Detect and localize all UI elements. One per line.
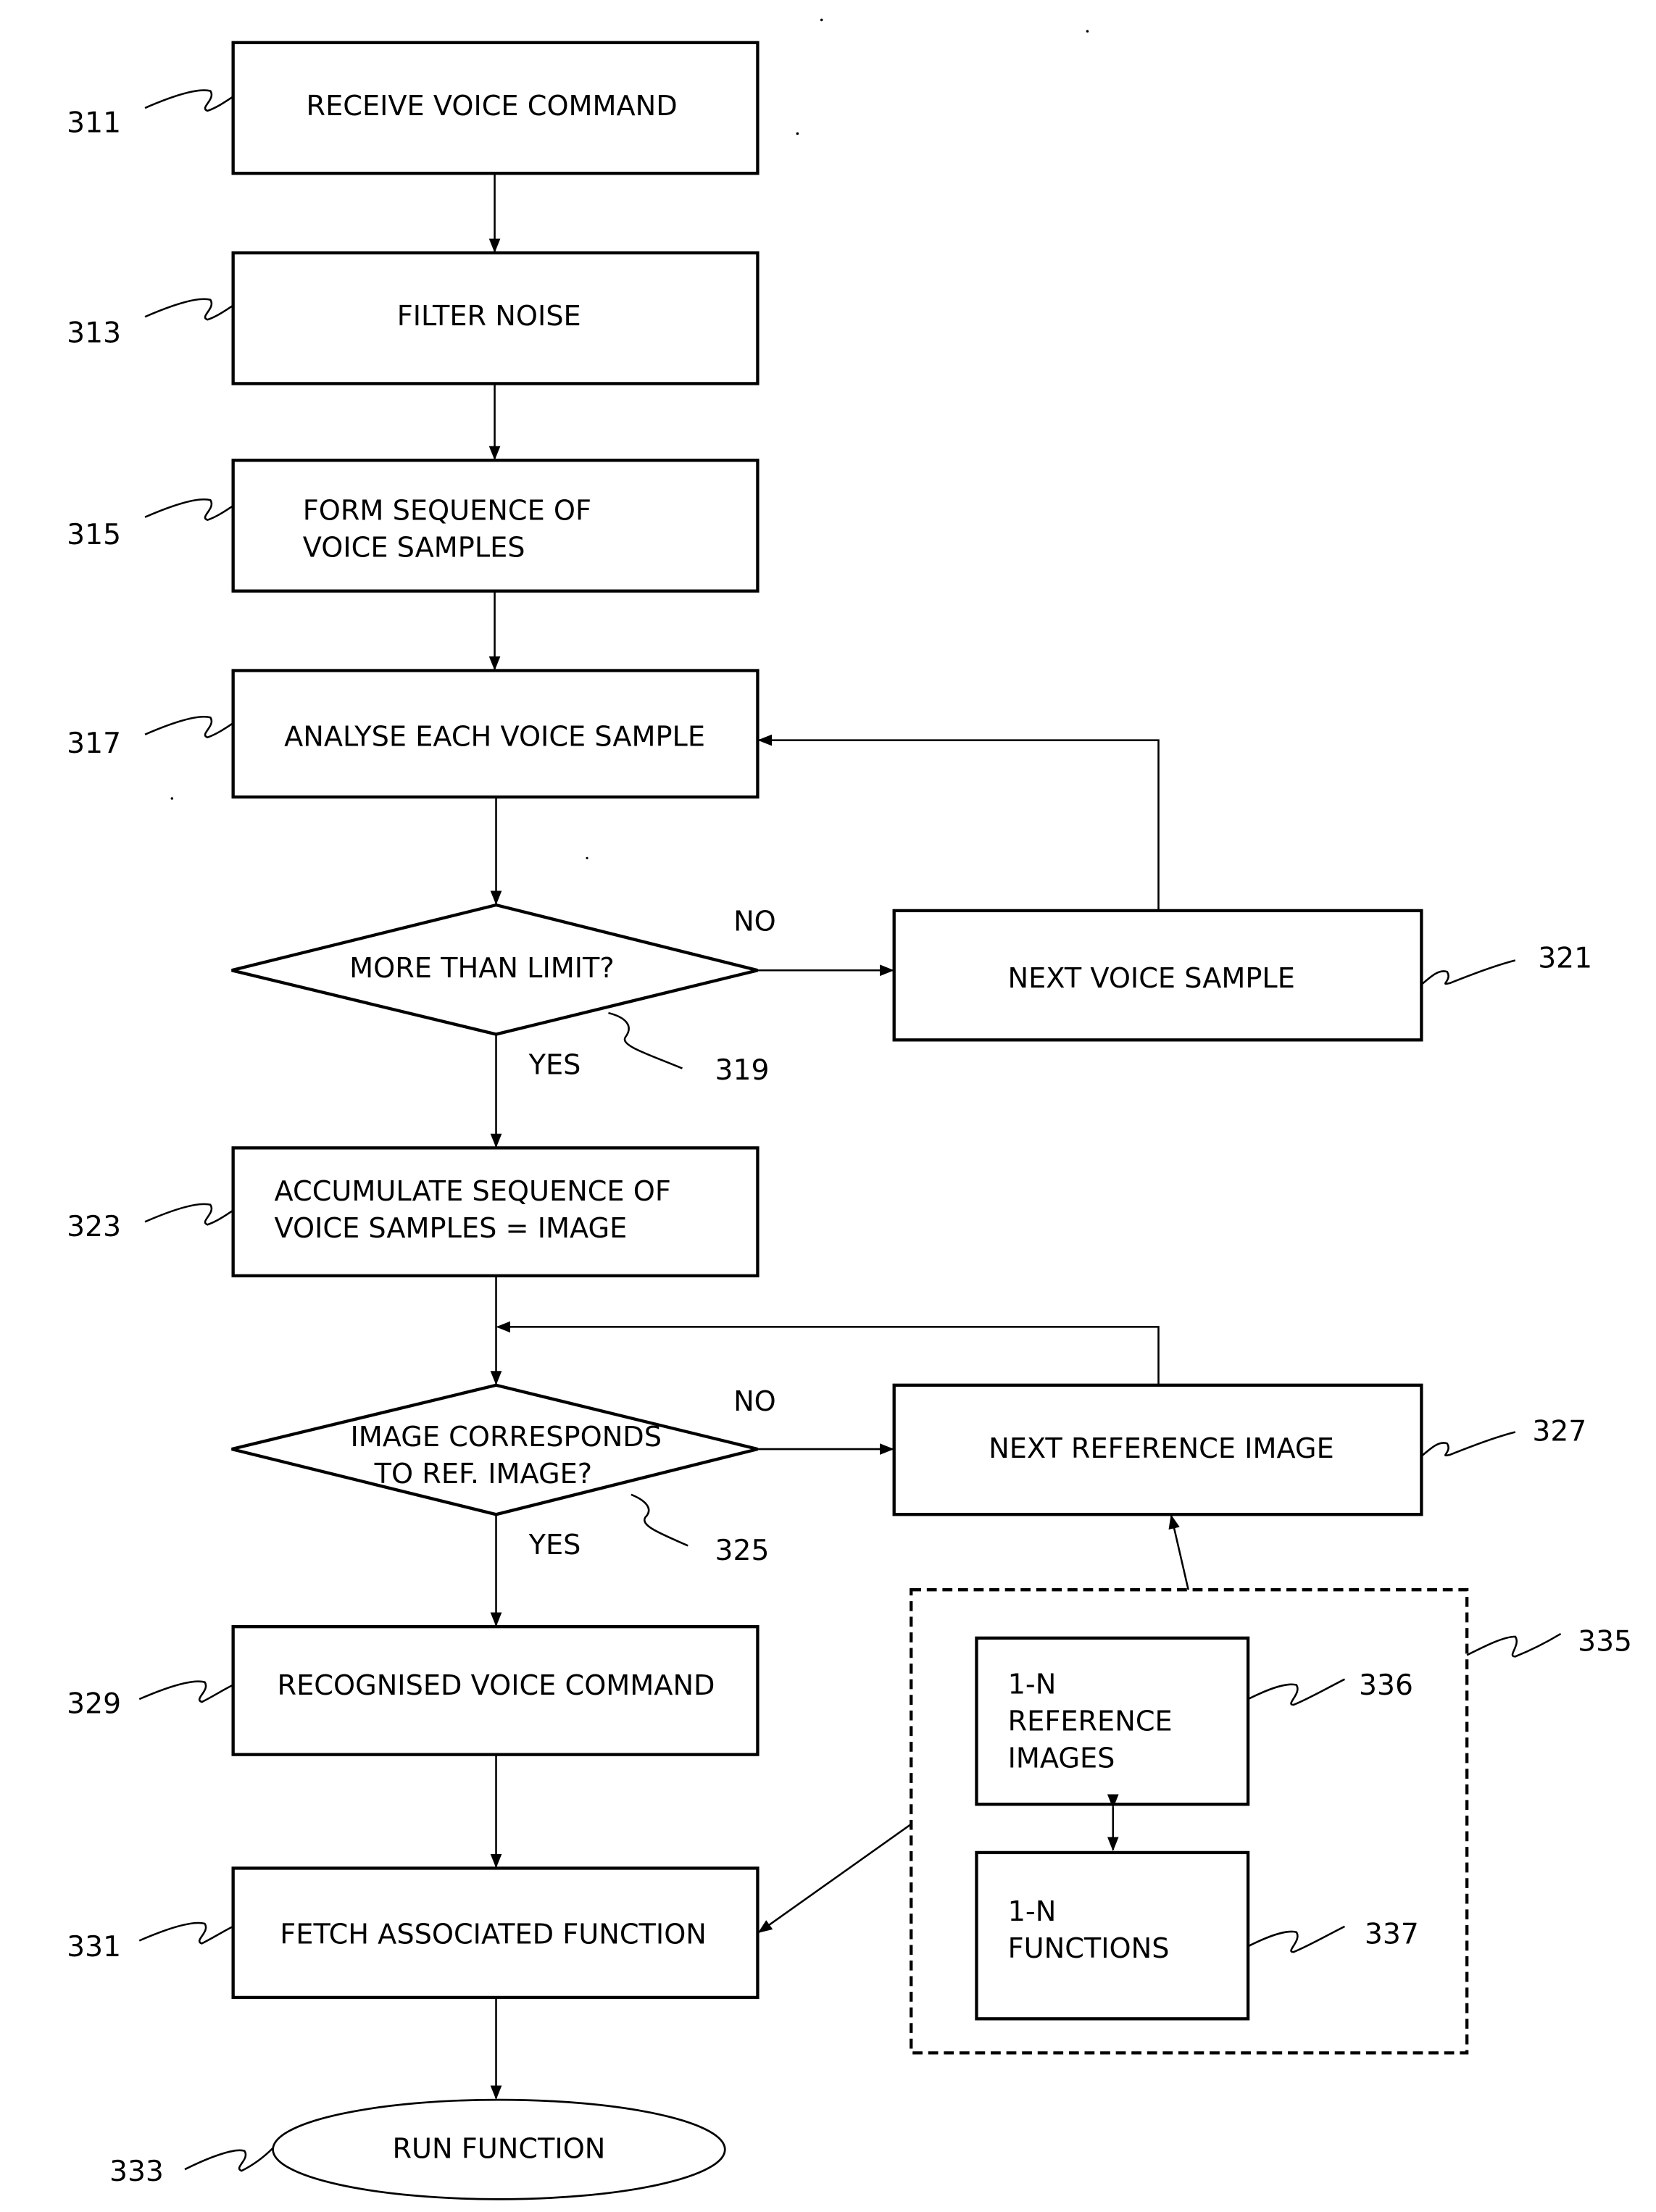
step-315-label-line2: VOICE SAMPLES (303, 533, 525, 564)
decision-325-yes-label: YES (528, 1529, 581, 1561)
leader-319 (608, 1011, 683, 1069)
step-311-receive-voice-command: RECEIVE VOICE COMMAND 311 (67, 41, 760, 175)
step-323-box (231, 1146, 760, 1277)
step-317-analyse-each-sample: ANALYSE EACH VOICE SAMPLE 317 (67, 669, 760, 799)
step-315-label-line1: FORM SEQUENCE OF (303, 496, 591, 527)
step-323-label-line1: ACCUMULATE SEQUENCE OF (275, 1176, 671, 1208)
leader-317 (144, 715, 234, 739)
step-321-label: NEXT VOICE SAMPLE (1008, 963, 1295, 995)
step-317-label: ANALYSE EACH VOICE SAMPLE (284, 721, 705, 753)
step-331-fetch-associated-function: FETCH ASSOCIATED FUNCTION 331 (67, 1866, 760, 2000)
ref-323: 323 (67, 1211, 121, 1243)
arrow-327-loop-to-325 (496, 1321, 1160, 1385)
ref-329: 329 (67, 1688, 121, 1721)
arrow-321-loop-to-317 (757, 734, 1160, 911)
decision-325-label-line2: TO REF. IMAGE? (374, 1458, 592, 1490)
store-337-label-line2: FUNCTIONS (1008, 1933, 1170, 1965)
ref-315: 315 (67, 519, 121, 551)
leader-335 (1466, 1632, 1562, 1658)
ref-319: 319 (715, 1054, 770, 1087)
ref-335: 335 (1578, 1625, 1632, 1658)
step-323-accumulate-sequence: ACCUMULATE SEQUENCE OF VOICE SAMPLES = I… (67, 1146, 760, 1277)
step-323-label-line2: VOICE SAMPLES = IMAGE (275, 1213, 628, 1245)
decision-319-more-than-limit: MORE THAN LIMIT? NO YES 319 (231, 903, 776, 1087)
decision-325-no-label: NO (733, 1386, 776, 1418)
terminal-333-run-function: RUN FUNCTION 333 (109, 2098, 726, 2200)
step-321-next-voice-sample: NEXT VOICE SAMPLE 321 (892, 909, 1592, 1042)
ref-311: 311 (67, 107, 121, 139)
step-311-label: RECEIVE VOICE COMMAND (307, 91, 678, 122)
decision-319-label: MORE THAN LIMIT? (349, 953, 615, 985)
step-327-label: NEXT REFERENCE IMAGE (989, 1433, 1334, 1465)
step-315-form-sequence: FORM SEQUENCE OF VOICE SAMPLES 315 (67, 459, 760, 593)
step-329-label: RECOGNISED VOICE COMMAND (278, 1670, 715, 1702)
store-336-label-line2: REFERENCE (1008, 1706, 1173, 1737)
leader-337 (1247, 1925, 1346, 1953)
store-336-label-line3: IMAGES (1008, 1743, 1115, 1774)
ref-321: 321 (1538, 942, 1592, 974)
step-327-next-reference-image: NEXT REFERENCE IMAGE 327 (892, 1383, 1586, 1516)
step-313-filter-noise: FILTER NOISE 313 (67, 251, 760, 385)
ref-336: 336 (1359, 1669, 1413, 1702)
leader-313 (144, 298, 234, 321)
leader-329 (138, 1680, 234, 1703)
speck (586, 856, 588, 859)
step-331-label: FETCH ASSOCIATED FUNCTION (280, 1919, 707, 1950)
leader-323 (144, 1203, 234, 1226)
leader-315 (144, 498, 234, 522)
step-329-recognised-voice-command: RECOGNISED VOICE COMMAND 329 (67, 1624, 760, 1756)
decision-325-image-corresponds: IMAGE CORRESPONDS TO REF. IMAGE? NO YES … (231, 1383, 776, 1567)
arrow-335-to-331 (757, 1823, 912, 1933)
step-313-label: FILTER NOISE (397, 301, 581, 333)
decision-325-label-line1: IMAGE CORRESPONDS (350, 1422, 662, 1453)
leader-336 (1247, 1678, 1346, 1706)
flowchart: RECEIVE VOICE COMMAND 311 FILTER NOISE 3… (67, 18, 1632, 2200)
leader-327 (1420, 1431, 1516, 1457)
speck (796, 132, 799, 135)
speck (1086, 30, 1089, 33)
ref-331: 331 (67, 1931, 121, 1963)
ref-317: 317 (67, 727, 121, 760)
decision-319-yes-label: YES (528, 1049, 581, 1081)
ref-327: 327 (1532, 1415, 1586, 1448)
speck (170, 797, 174, 800)
leader-325 (631, 1493, 688, 1547)
leader-321 (1420, 959, 1516, 985)
speck (820, 18, 823, 22)
store-336-label-line1: 1-N (1008, 1669, 1057, 1700)
store-335-reference-database: 335 1-N REFERENCE IMAGES 336 1-N FUNCTIO… (910, 1588, 1632, 2055)
ref-333: 333 (109, 2155, 164, 2188)
leader-333 (184, 2147, 274, 2172)
ref-325: 325 (715, 1535, 770, 1567)
arrow-335-to-327 (1168, 1514, 1189, 1590)
decision-319-no-label: NO (733, 906, 776, 938)
leader-331 (138, 1921, 234, 1945)
ref-337: 337 (1365, 1918, 1419, 1950)
ref-313: 313 (67, 317, 121, 350)
terminal-333-label: RUN FUNCTION (392, 2133, 605, 2165)
store-337-label-line1: 1-N (1008, 1896, 1057, 1928)
leader-311 (144, 89, 234, 112)
